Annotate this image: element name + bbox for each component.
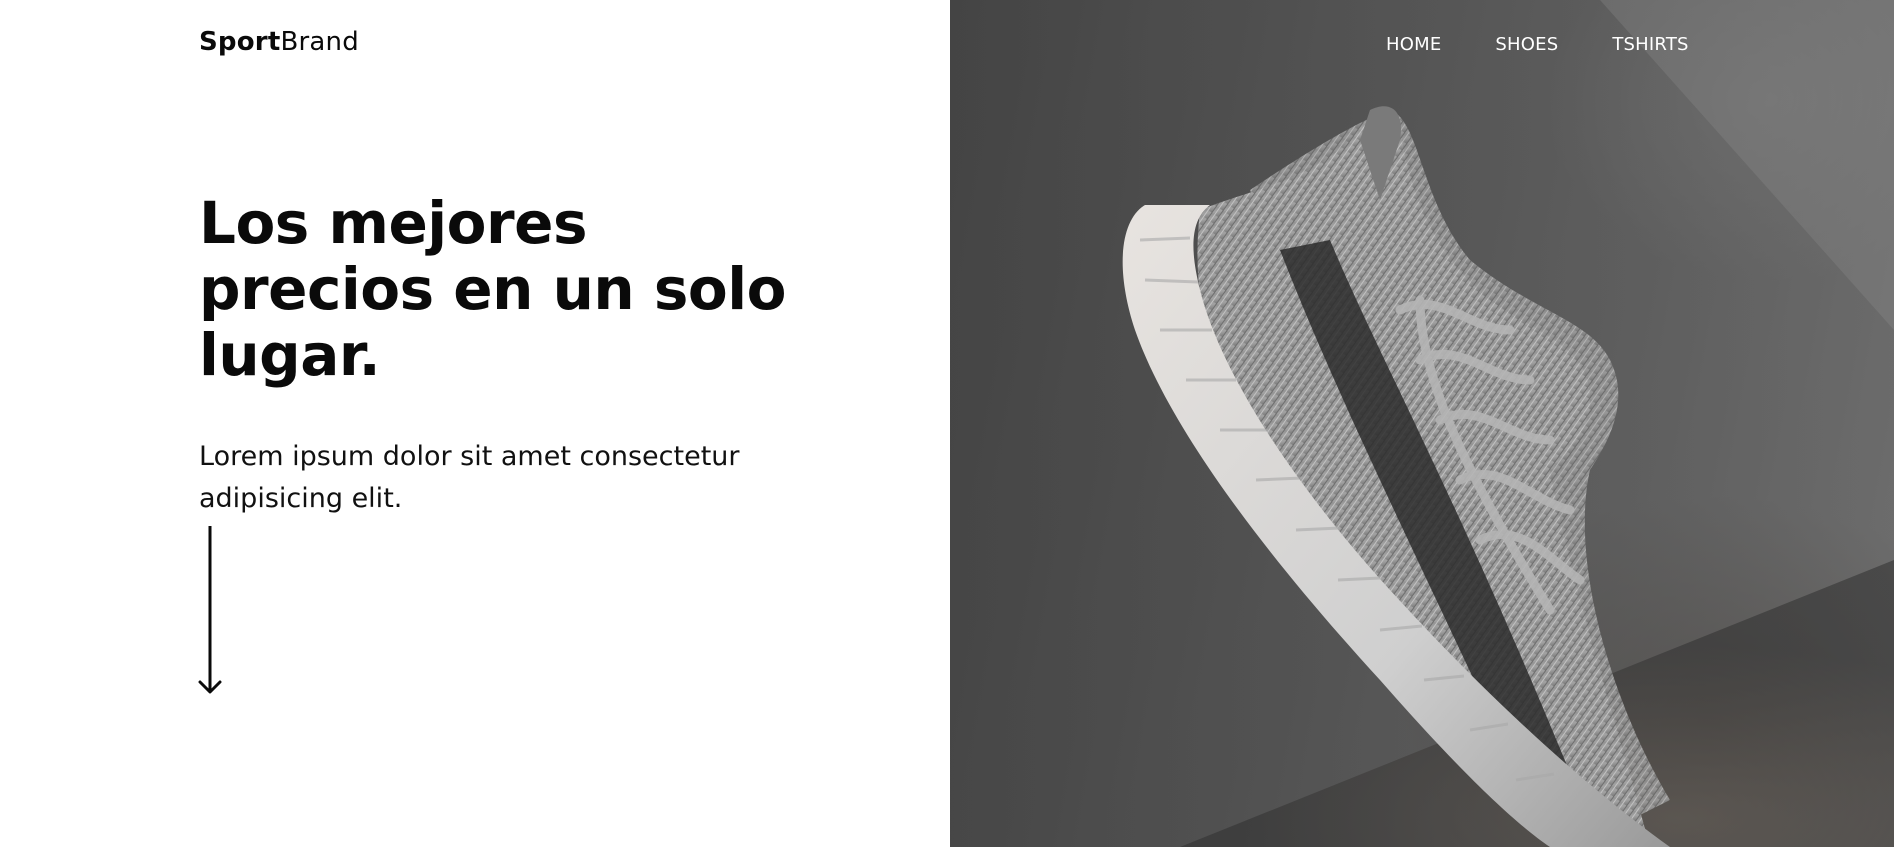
nav-tshirts[interactable]: TSHIRTS — [1612, 34, 1688, 55]
landing-page: SportBrand Los mejores precios en un sol… — [0, 0, 1894, 847]
hero-text-panel: SportBrand Los mejores precios en un sol… — [0, 0, 950, 847]
headline-line-3: lugar. — [199, 321, 381, 389]
nav-home[interactable]: HOME — [1386, 34, 1441, 55]
nav-shoes[interactable]: SHOES — [1495, 34, 1558, 55]
headline-line-1: Los mejores — [199, 189, 587, 257]
hero-subtext: Lorem ipsum dolor sit amet consectetur a… — [199, 441, 740, 514]
hero-headline: Los mejores precios en un solo lugar. — [199, 190, 799, 388]
headline-line-2: precios en un solo — [199, 255, 786, 323]
hero-image — [950, 0, 1894, 847]
arrow-down-icon[interactable] — [198, 526, 222, 696]
brand-logo-light: Brand — [280, 27, 359, 57]
brand-logo-bold: Sport — [199, 27, 281, 57]
sneaker-photo — [950, 0, 1894, 847]
arrow-down-icon-svg — [198, 526, 222, 694]
top-nav: HOME SHOES TSHIRTS — [1386, 34, 1689, 55]
brand-logo[interactable]: SportBrand — [199, 27, 359, 57]
